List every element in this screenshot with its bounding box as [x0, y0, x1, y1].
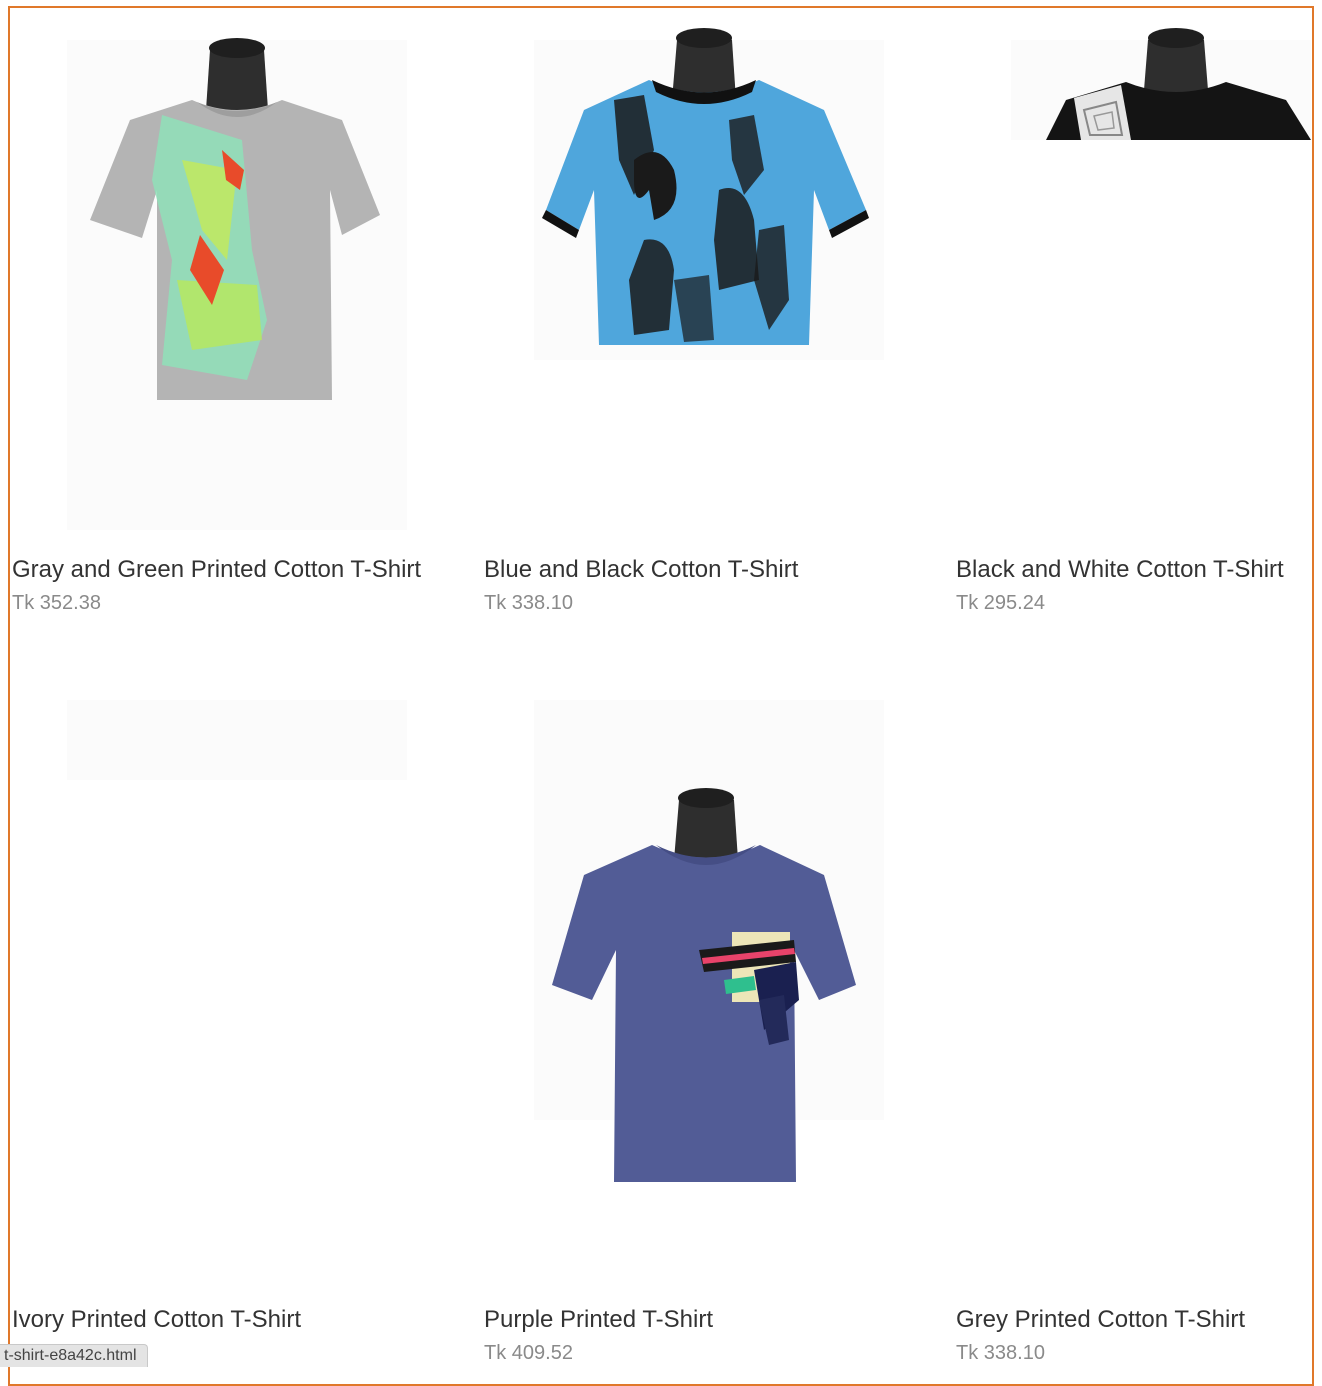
- product-price: Tk 409.52: [484, 1342, 573, 1364]
- product-price: Tk 338.10: [484, 592, 573, 614]
- product-image-gray-green[interactable]: [12, 20, 472, 540]
- product-card[interactable]: Black and White Cotton T-Shirt Tk 295.24: [956, 20, 1322, 620]
- product-image-grey[interactable]: [956, 700, 1322, 1260]
- product-price: Tk 295.24: [956, 592, 1045, 614]
- product-title[interactable]: Purple Printed T-Shirt: [484, 1306, 713, 1334]
- product-card[interactable]: Gray and Green Printed Cotton T-Shirt Tk…: [12, 20, 472, 620]
- product-card[interactable]: Ivory Printed Cotton T-Shirt: [12, 700, 472, 1367]
- product-card[interactable]: Purple Printed T-Shirt Tk 409.52: [484, 700, 944, 1367]
- product-price: Tk 352.38: [12, 592, 101, 614]
- product-title[interactable]: Black and White Cotton T-Shirt: [956, 556, 1284, 584]
- product-image-black-white[interactable]: [956, 20, 1322, 540]
- product-image-purple[interactable]: [484, 700, 944, 1260]
- product-title[interactable]: Grey Printed Cotton T-Shirt: [956, 1306, 1245, 1334]
- product-card[interactable]: Grey Printed Cotton T-Shirt Tk 338.10: [956, 700, 1322, 1367]
- product-title[interactable]: Blue and Black Cotton T-Shirt: [484, 556, 798, 584]
- product-title[interactable]: Gray and Green Printed Cotton T-Shirt: [12, 556, 421, 584]
- product-price: Tk 338.10: [956, 1342, 1045, 1364]
- product-card[interactable]: Blue and Black Cotton T-Shirt Tk 338.10: [484, 20, 944, 620]
- status-bar-url: t-shirt-e8a42c.html: [0, 1344, 148, 1367]
- product-image-ivory[interactable]: [12, 700, 472, 1260]
- product-image-blue-black[interactable]: [484, 20, 944, 540]
- product-title[interactable]: Ivory Printed Cotton T-Shirt: [12, 1306, 301, 1334]
